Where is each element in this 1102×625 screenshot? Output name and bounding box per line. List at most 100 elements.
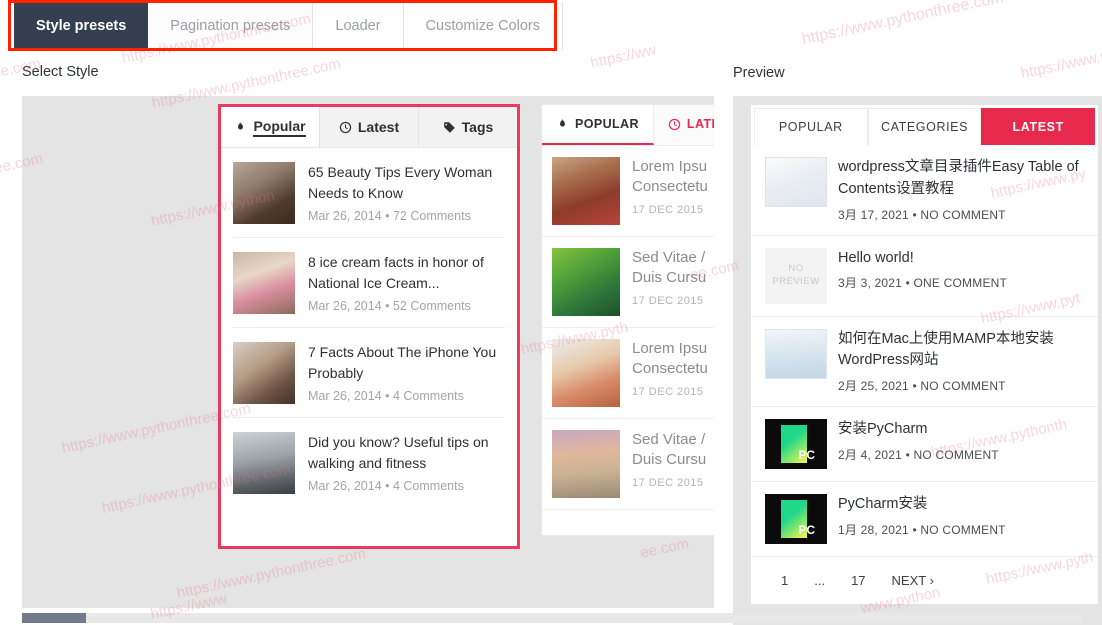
settings-tab-label: Pagination presets	[170, 18, 291, 34]
pagination-next[interactable]: NEXT ›	[892, 573, 934, 588]
post-title[interactable]: Hello world!	[838, 248, 1088, 270]
widget-b-tabs: POPULAR LATES	[542, 105, 714, 145]
widget-b-post-item[interactable]: Sed Vitae / Duis Cursu 17 DEC 2015	[542, 419, 714, 510]
post-body: 如何在Mac上使用MAMP本地安装WordPress网站 2月 25, 2021 …	[838, 329, 1088, 395]
widget-a-tab-latest[interactable]: Latest	[320, 107, 419, 147]
tag-icon	[443, 121, 455, 133]
widget-b-tab-label: POPULAR	[575, 117, 639, 131]
clock-icon	[668, 118, 681, 130]
post-title[interactable]: Lorem Ipsu	[632, 339, 708, 359]
post-title-line2[interactable]: Consectetu	[632, 359, 708, 379]
widget-a-post-item[interactable]: 8 ice cream facts in honor of National I…	[233, 238, 505, 328]
post-thumbnail	[552, 430, 620, 498]
post-title[interactable]: 安装PyCharm	[838, 419, 1088, 441]
preview-widget: POPULAR CATEGORIES LATEST wordpress文章目录插件E…	[751, 105, 1098, 604]
preview-tab-label: CATEGORIES	[880, 120, 969, 134]
preview-post-item[interactable]: 安装PyCharm 2月 4, 2021 • NO COMMENT	[751, 407, 1098, 482]
widget-a-tab-tags[interactable]: Tags	[419, 107, 517, 147]
post-meta: 3月 17, 2021 • NO COMMENT	[838, 207, 1006, 222]
widget-a-tabs: Popular Latest Tags	[221, 107, 517, 148]
post-title[interactable]: 7 Facts About The iPhone You Probably	[308, 342, 505, 383]
widget-a-post-list: 65 Beauty Tips Every Woman Needs to Know…	[221, 148, 517, 507]
preview-label: Preview	[733, 65, 785, 81]
settings-tab-loader[interactable]: Loader	[313, 2, 404, 50]
widget-b-post-item[interactable]: Lorem Ipsu Consectetu 17 DEC 2015	[542, 146, 714, 237]
post-thumbnail	[765, 328, 827, 379]
post-title[interactable]: Did you know? Useful tips on walking and…	[308, 432, 505, 473]
post-title[interactable]: 65 Beauty Tips Every Woman Needs to Know	[308, 162, 505, 203]
post-meta: 17 DEC 2015	[632, 203, 704, 216]
settings-tab-customize-colors[interactable]: Customize Colors	[403, 2, 563, 50]
widget-a-post-item[interactable]: Did you know? Useful tips on walking and…	[233, 418, 505, 507]
post-title[interactable]: Lorem Ipsu	[632, 157, 708, 177]
post-thumbnail	[765, 494, 827, 544]
widget-b-tab-popular[interactable]: POPULAR	[542, 105, 654, 145]
post-title[interactable]: 如何在Mac上使用MAMP本地安装WordPress网站	[838, 329, 1088, 373]
flame-icon	[560, 117, 565, 127]
post-body: Lorem Ipsu Consectetu 17 DEC 2015	[632, 339, 708, 407]
preview-tab-popular[interactable]: POPULAR	[754, 108, 868, 145]
post-title[interactable]: wordpress文章目录插件Easy Table of Contents设置教…	[838, 157, 1088, 201]
post-title-line2[interactable]: Duis Cursu	[632, 450, 706, 470]
post-title[interactable]: PyCharm安装	[838, 494, 1088, 516]
widget-a-tab-label: Latest	[357, 119, 400, 135]
no-preview-placeholder: NO PREVIEW	[765, 247, 827, 304]
settings-tab-label: Loader	[335, 18, 381, 34]
widget-a-post-item[interactable]: 7 Facts About The iPhone You Probably Mar…	[233, 328, 505, 418]
horizontal-scrollbar-thumb[interactable]	[22, 613, 86, 623]
widget-b-post-list: Lorem Ipsu Consectetu 17 DEC 2015 Sed Vitae…	[542, 145, 714, 510]
pagination-[interactable]: ...	[814, 573, 825, 588]
flame-icon	[238, 120, 244, 130]
post-thumbnail	[765, 419, 827, 469]
post-body: wordpress文章目录插件Easy Table of Contents设置教…	[838, 157, 1088, 223]
widget-a-tab-label: Popular	[253, 118, 306, 137]
post-thumbnail	[233, 162, 295, 224]
post-meta: 2月 25, 2021 • NO COMMENT	[838, 379, 1006, 393]
post-body: 安装PyCharm 2月 4, 2021 • NO COMMENT	[838, 419, 1088, 469]
widget-b-tab-lates[interactable]: LATES	[653, 105, 714, 145]
preview-panel: POPULAR CATEGORIES LATEST wordpress文章目录插件E…	[733, 96, 1102, 625]
settings-tab-label: Customize Colors	[425, 18, 540, 34]
settings-tab-pagination-presets[interactable]: Pagination presets	[148, 2, 314, 50]
app-screen: Style presets Pagination presets Loader Cus…	[0, 0, 1102, 625]
style-preset-widget-selected[interactable]: Popular Latest Tags 65 Beauty Tips Every W…	[218, 104, 520, 549]
horizontal-scrollbar-track[interactable]	[22, 613, 1081, 623]
post-body: 8 ice cream facts in honor of National I…	[308, 252, 505, 314]
preview-tab-label: LATEST	[1012, 120, 1064, 134]
preview-tab-latest[interactable]: LATEST	[981, 108, 1096, 145]
post-body: Hello world! 3月 3, 2021 • ONE COMMENT	[838, 248, 1088, 304]
post-meta: Mar 26, 2014 • 52 Comments	[308, 299, 471, 314]
settings-tab-label: Style presets	[36, 18, 127, 34]
post-meta: Mar 26, 2014 • 4 Comments	[308, 389, 464, 404]
post-body: 65 Beauty Tips Every Woman Needs to Know…	[308, 162, 505, 224]
post-thumbnail	[233, 432, 295, 494]
post-title[interactable]: Sed Vitae /	[632, 430, 706, 450]
widget-b-post-item[interactable]: Sed Vitae / Duis Cursu 17 DEC 2015	[542, 237, 714, 328]
widget-b-post-item[interactable]: Lorem Ipsu Consectetu 17 DEC 2015	[542, 328, 714, 419]
post-meta: Mar 26, 2014 • 4 Comments	[308, 479, 464, 494]
post-body: Sed Vitae / Duis Cursu 17 DEC 2015	[632, 430, 706, 498]
style-preset-canvas: Popular Latest Tags 65 Beauty Tips Every W…	[22, 96, 714, 608]
post-title-line2[interactable]: Duis Cursu	[632, 268, 706, 288]
post-meta: 17 DEC 2015	[632, 476, 704, 489]
post-body: 7 Facts About The iPhone You Probably Mar…	[308, 342, 505, 404]
widget-a-tab-popular[interactable]: Popular	[221, 107, 320, 147]
pagination-17[interactable]: 17	[851, 573, 865, 588]
post-thumbnail	[233, 252, 295, 314]
pagination-1[interactable]: 1	[781, 573, 788, 588]
preview-tab-categories[interactable]: CATEGORIES	[867, 108, 982, 145]
post-title[interactable]: 8 ice cream facts in honor of National I…	[308, 252, 505, 293]
widget-a-post-item[interactable]: 65 Beauty Tips Every Woman Needs to Know…	[233, 148, 505, 238]
post-title[interactable]: Sed Vitae /	[632, 248, 706, 268]
post-meta: 17 DEC 2015	[632, 385, 704, 398]
settings-tab-style-presets[interactable]: Style presets	[14, 2, 149, 50]
preview-post-item[interactable]: wordpress文章目录插件Easy Table of Contents设置教…	[751, 145, 1098, 236]
select-style-label: Select Style	[22, 64, 99, 80]
post-title-line2[interactable]: Consectetu	[632, 177, 708, 197]
style-preset-widget-second[interactable]: POPULARLATES Lorem IpsuConsectetu17 DEC …	[541, 104, 714, 536]
preview-post-item[interactable]: NO PREVIEW Hello world! 3月 3, 2021 • ONE C…	[751, 236, 1098, 317]
post-thumbnail	[552, 248, 620, 316]
preview-post-item[interactable]: PyCharm安装 1月 28, 2021 • NO COMMENT	[751, 482, 1098, 557]
preview-post-item[interactable]: 如何在Mac上使用MAMP本地安装WordPress网站 2月 25, 2021 …	[751, 317, 1098, 407]
post-meta: 2月 4, 2021 • NO COMMENT	[838, 447, 999, 462]
